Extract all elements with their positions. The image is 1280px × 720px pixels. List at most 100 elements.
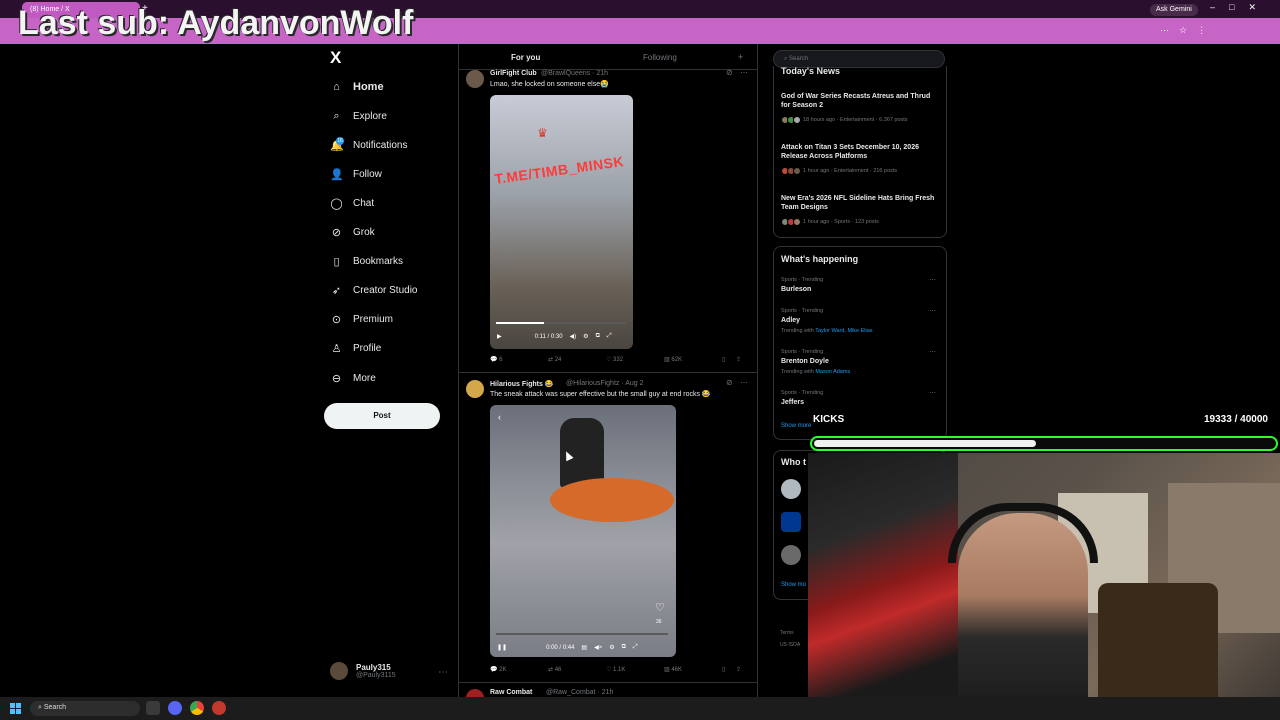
minimize-icon[interactable]: – [1210, 2, 1215, 13]
nav-item-follow[interactable]: 👤 Follow [330, 163, 382, 185]
close-icon[interactable]: ✕ [1248, 2, 1256, 13]
news-headline[interactable]: New Era's 2026 NFL Sideline Hats Bring F… [781, 194, 941, 212]
file-explorer-icon[interactable] [146, 701, 160, 715]
tweet-more-icon[interactable]: ⋯ [740, 378, 748, 387]
reply-button[interactable]: 💬 2K [490, 666, 548, 673]
post-button[interactable]: Post [324, 403, 440, 429]
news-headline[interactable]: Attack on Titan 3 Sets December 10, 2026… [781, 143, 941, 161]
trend-name[interactable]: Burleson [781, 286, 811, 293]
nav-item-grok[interactable]: ⊘ Grok [330, 221, 375, 243]
repost-button[interactable]: ⇄ 46 [548, 666, 606, 673]
playstation-avatar[interactable] [781, 512, 801, 532]
back-arrow-icon[interactable]: ‹ [498, 412, 501, 422]
nav-item-premium[interactable]: ⊙ Premium [330, 308, 393, 330]
trend-more-icon[interactable]: ⋯ [929, 389, 936, 397]
trend-name[interactable]: Brenton Doyle [781, 358, 829, 365]
tweet-author-name[interactable]: GirlFight Club [490, 70, 537, 77]
profile-icon: ♙ [331, 342, 342, 355]
extensions-icon[interactable]: ⋯ [1160, 25, 1169, 36]
settings-icon[interactable]: ⚙ [609, 644, 614, 651]
pip-icon[interactable]: ⧉ [622, 644, 626, 651]
discord-icon[interactable] [168, 701, 182, 715]
play-icon[interactable]: ▶ [497, 333, 502, 340]
pause-icon[interactable]: ❚❚ [497, 644, 507, 651]
views-button[interactable]: ▥ 46K [664, 666, 722, 673]
bookmark-icon[interactable]: ▯ [722, 666, 736, 673]
footer-link[interactable]: Terms [780, 630, 794, 636]
captions-icon[interactable]: ▤ [581, 644, 587, 651]
nav-item-home[interactable]: ⌂ Home [330, 76, 384, 98]
nav-item-label: Home [353, 81, 384, 93]
star-icon[interactable]: ☆ [1179, 25, 1187, 36]
video-progress-bar[interactable] [496, 322, 626, 324]
account-more-icon[interactable]: ⋯ [438, 667, 448, 678]
webcam-banner [808, 453, 958, 720]
tweet-video[interactable] [490, 95, 633, 349]
repost-button[interactable]: ⇄ 24 [548, 356, 606, 363]
trend-name[interactable]: Adley [781, 317, 800, 324]
ask-gemini-button[interactable]: Ask Gemini [1150, 4, 1198, 16]
avatar[interactable] [466, 380, 484, 398]
bookmark-icon[interactable]: ▯ [722, 356, 736, 363]
pip-icon[interactable]: ⧉ [596, 333, 600, 340]
tweet-author-handle[interactable]: @BrawlQueens · 21h [541, 70, 608, 77]
kicks-goal-label: KICKS [813, 414, 845, 425]
nav-item-profile[interactable]: ♙ Profile [330, 337, 382, 359]
trend-more-icon[interactable]: ⋯ [929, 307, 936, 315]
kicks-goal-count: 19333 / 40000 [1204, 414, 1268, 425]
footer-link[interactable]: US ISOA [780, 642, 800, 648]
nav-item-bookmarks[interactable]: ▯ Bookmarks [330, 250, 403, 272]
news-headline[interactable]: God of War Series Recasts Atreus and Thr… [781, 92, 941, 110]
person-add-icon: 👤 [330, 168, 344, 181]
tweet-text: Lmao, she locked on someone else😭 [490, 81, 609, 88]
windows-start-icon[interactable] [10, 703, 21, 714]
show-more-link[interactable]: Show mo [781, 582, 806, 588]
nav-item-label: Creator Studio [353, 284, 418, 296]
tab-for-you[interactable]: For you [511, 53, 540, 62]
maximize-icon[interactable]: □ [1229, 2, 1234, 13]
fullscreen-icon[interactable]: ⤢ [633, 644, 638, 651]
fullscreen-icon[interactable]: ⤢ [607, 333, 612, 340]
avatar[interactable] [466, 70, 484, 88]
app-icon[interactable] [212, 701, 226, 715]
taskbar-search[interactable]: ⌕ Search [30, 701, 140, 716]
share-icon[interactable]: ⇪ [736, 666, 741, 673]
reply-button[interactable]: 💬 6 [490, 356, 548, 363]
account-switcher[interactable]: Pauly315 @Pauly3115 [330, 662, 396, 680]
nav-item-explore[interactable]: ⌕ Explore [330, 105, 387, 127]
views-button[interactable]: ▥ 62K [664, 356, 722, 363]
search-icon: ⌕ [333, 109, 340, 122]
like-button[interactable]: ♡ 1.1K [606, 666, 664, 673]
tweet-more-icon[interactable]: ⋯ [740, 68, 748, 77]
nav-item-label: Grok [353, 226, 375, 238]
tweet-author-handle[interactable]: @HilariousFightz · Aug 2 [566, 380, 644, 387]
heart-icon[interactable]: ♡ [655, 601, 665, 614]
nav-item-creator-studio[interactable]: ➶ Creator Studio [330, 279, 418, 301]
trend-name[interactable]: Jeffers [781, 399, 804, 406]
tweet-author-name[interactable]: Hilarious Fights 😂 [490, 380, 554, 388]
volume-icon[interactable]: ◀) [570, 333, 577, 340]
nav-item-more[interactable]: ⊖ More [330, 367, 376, 389]
nav-item-chat[interactable]: ◯ Chat [330, 192, 374, 214]
menu-icon[interactable]: ⋮ [1197, 25, 1206, 36]
share-icon[interactable]: ⇪ [736, 356, 741, 363]
tweet-author-handle[interactable]: @Raw_Combat · 21h [546, 689, 613, 696]
trend-more-icon[interactable]: ⋯ [929, 276, 936, 284]
nav-item-label: Bookmarks [353, 255, 404, 267]
add-tab-icon[interactable]: + [738, 52, 743, 62]
tweet-author-name[interactable]: Raw Combat [490, 689, 532, 696]
avatar[interactable] [781, 545, 801, 565]
avatar[interactable] [781, 479, 801, 499]
video-progress-bar[interactable] [496, 633, 668, 635]
grok-icon[interactable]: ⊘ [726, 378, 733, 387]
grok-icon[interactable]: ⊘ [726, 68, 733, 77]
settings-icon[interactable]: ⚙ [583, 333, 588, 340]
like-button[interactable]: ♡ 332 [606, 356, 664, 363]
show-more-link[interactable]: Show more [781, 423, 811, 429]
x-logo[interactable]: X [330, 48, 341, 68]
premium-icon: ⊙ [331, 313, 342, 326]
tab-following[interactable]: Following [643, 53, 677, 62]
mute-icon[interactable]: ◀× [594, 644, 602, 651]
chrome-icon[interactable] [190, 701, 204, 715]
trend-more-icon[interactable]: ⋯ [929, 348, 936, 356]
